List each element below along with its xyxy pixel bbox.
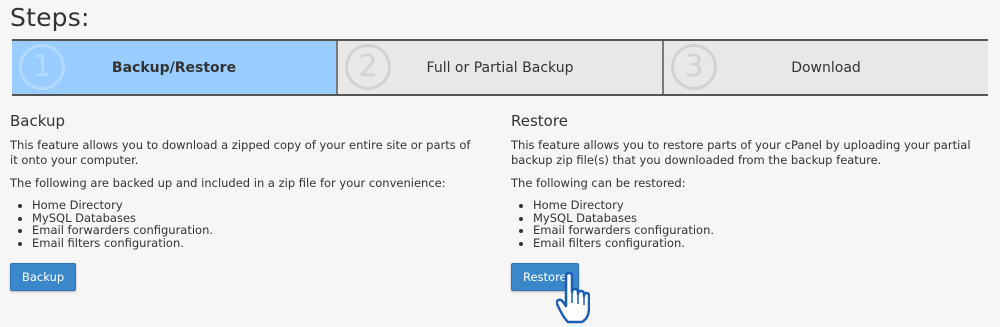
step-label: Full or Partial Backup [426,59,574,76]
page-title: Steps: [10,3,90,32]
backup-button[interactable]: Backup [10,263,77,291]
step-number-3: 3 [671,44,717,90]
step-download[interactable]: 3 Download [664,41,988,94]
list-item: Home Directory [32,199,480,212]
list-item: Email filters configuration. [533,236,981,250]
restore-heading: Restore [511,112,568,130]
backup-panel: Backup This feature allows you to downlo… [10,112,480,249]
list-item: Email forwarders configuration. [32,224,480,237]
backup-description: This feature allows you to download a zi… [10,138,471,167]
steps-wizard: 1 Backup/Restore 2 Full or Partial Backu… [12,39,988,96]
backup-heading: Backup [10,112,65,130]
hand-pointer-icon [556,272,590,324]
step-number-1: 1 [19,44,65,90]
list-item: Email forwarders configuration. [533,224,981,237]
restore-panel: Restore This feature allows you to resto… [511,112,981,249]
step-label: Backup/Restore [111,59,237,76]
backup-intro: The following are backed up and included… [10,176,446,190]
restore-description: This feature allows you to restore parts… [511,138,971,167]
list-item: Email filters configuration. [32,236,480,250]
restore-items-list: Home Directory MySQL Databases Email for… [511,199,981,249]
step-number-2: 2 [345,44,391,90]
step-full-or-partial-backup[interactable]: 2 Full or Partial Backup [338,41,664,94]
step-backup-restore[interactable]: 1 Backup/Restore [12,41,338,94]
list-item: Home Directory [533,199,981,212]
backup-items-list: Home Directory MySQL Databases Email for… [10,199,480,249]
step-label: Download [791,59,861,76]
restore-intro: The following can be restored: [511,176,686,190]
